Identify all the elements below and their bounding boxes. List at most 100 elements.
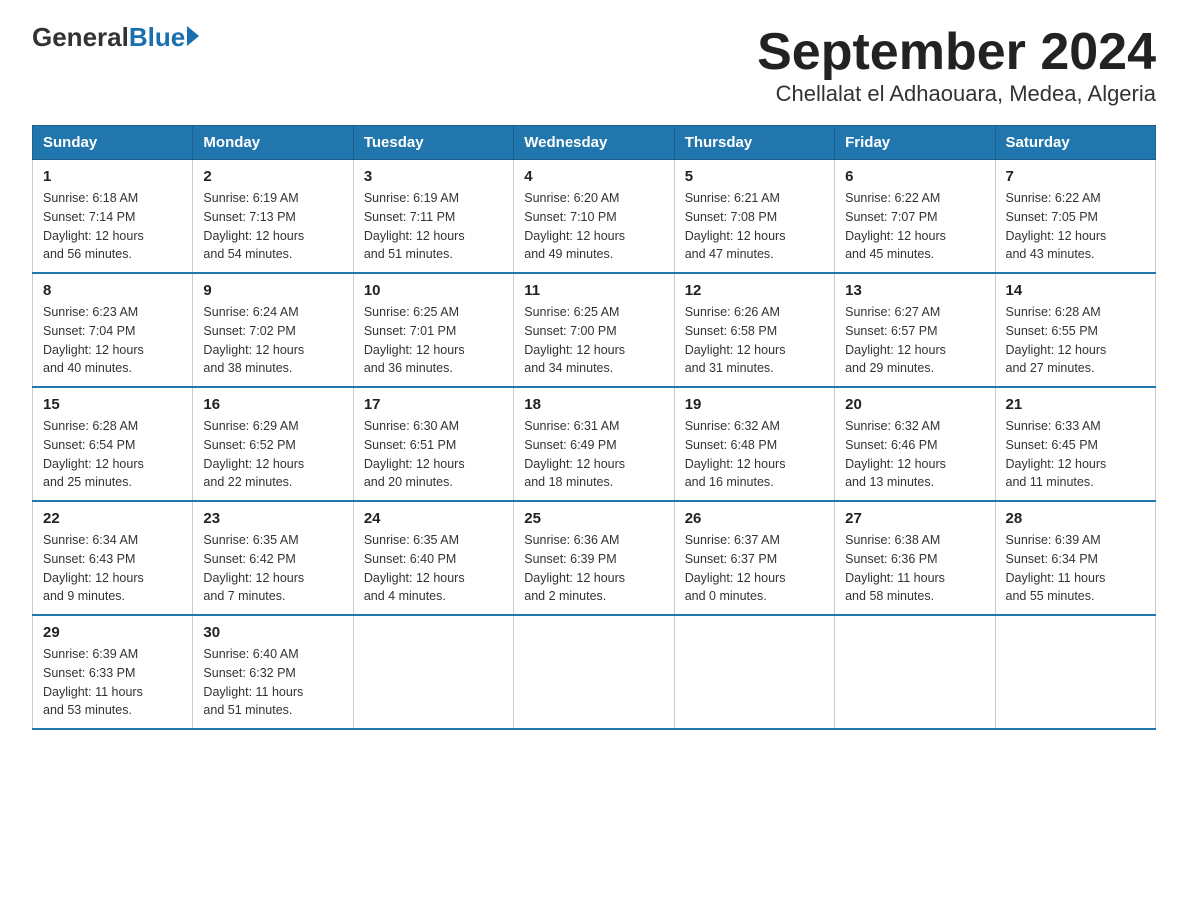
calendar-cell: 12 Sunrise: 6:26 AMSunset: 6:58 PMDayligh… (674, 273, 834, 387)
day-number: 18 (524, 396, 663, 413)
day-number: 9 (203, 282, 342, 299)
day-number: 23 (203, 510, 342, 527)
day-sun-info: Sunrise: 6:33 AMSunset: 6:45 PMDaylight:… (1006, 417, 1145, 492)
calendar-cell: 15 Sunrise: 6:28 AMSunset: 6:54 PMDayligh… (33, 387, 193, 501)
weekday-header-friday: Friday (835, 126, 995, 160)
calendar-title: September 2024 (757, 24, 1156, 81)
day-number: 28 (1006, 510, 1145, 527)
day-sun-info: Sunrise: 6:29 AMSunset: 6:52 PMDaylight:… (203, 417, 342, 492)
day-number: 11 (524, 282, 663, 299)
day-sun-info: Sunrise: 6:22 AMSunset: 7:05 PMDaylight:… (1006, 189, 1145, 264)
day-sun-info: Sunrise: 6:24 AMSunset: 7:02 PMDaylight:… (203, 303, 342, 378)
calendar-cell (353, 615, 513, 729)
day-sun-info: Sunrise: 6:21 AMSunset: 7:08 PMDaylight:… (685, 189, 824, 264)
day-sun-info: Sunrise: 6:25 AMSunset: 7:01 PMDaylight:… (364, 303, 503, 378)
day-sun-info: Sunrise: 6:18 AMSunset: 7:14 PMDaylight:… (43, 189, 182, 264)
day-sun-info: Sunrise: 6:23 AMSunset: 7:04 PMDaylight:… (43, 303, 182, 378)
day-sun-info: Sunrise: 6:27 AMSunset: 6:57 PMDaylight:… (845, 303, 984, 378)
day-sun-info: Sunrise: 6:26 AMSunset: 6:58 PMDaylight:… (685, 303, 824, 378)
calendar-cell: 30 Sunrise: 6:40 AMSunset: 6:32 PMDayligh… (193, 615, 353, 729)
day-sun-info: Sunrise: 6:40 AMSunset: 6:32 PMDaylight:… (203, 645, 342, 720)
day-sun-info: Sunrise: 6:31 AMSunset: 6:49 PMDaylight:… (524, 417, 663, 492)
day-sun-info: Sunrise: 6:22 AMSunset: 7:07 PMDaylight:… (845, 189, 984, 264)
calendar-cell: 27 Sunrise: 6:38 AMSunset: 6:36 PMDayligh… (835, 501, 995, 615)
weekday-header-thursday: Thursday (674, 126, 834, 160)
day-sun-info: Sunrise: 6:19 AMSunset: 7:13 PMDaylight:… (203, 189, 342, 264)
day-number: 15 (43, 396, 182, 413)
day-sun-info: Sunrise: 6:25 AMSunset: 7:00 PMDaylight:… (524, 303, 663, 378)
calendar-cell: 14 Sunrise: 6:28 AMSunset: 6:55 PMDayligh… (995, 273, 1155, 387)
weekday-header-tuesday: Tuesday (353, 126, 513, 160)
day-number: 22 (43, 510, 182, 527)
day-sun-info: Sunrise: 6:32 AMSunset: 6:46 PMDaylight:… (845, 417, 984, 492)
day-number: 12 (685, 282, 824, 299)
day-sun-info: Sunrise: 6:37 AMSunset: 6:37 PMDaylight:… (685, 531, 824, 606)
location-subtitle: Chellalat el Adhaouara, Medea, Algeria (757, 81, 1156, 107)
calendar-cell: 19 Sunrise: 6:32 AMSunset: 6:48 PMDayligh… (674, 387, 834, 501)
day-number: 2 (203, 168, 342, 185)
day-number: 24 (364, 510, 503, 527)
calendar-cell: 9 Sunrise: 6:24 AMSunset: 7:02 PMDaylight… (193, 273, 353, 387)
day-number: 29 (43, 624, 182, 641)
calendar-cell: 5 Sunrise: 6:21 AMSunset: 7:08 PMDaylight… (674, 160, 834, 274)
calendar-week-row: 22 Sunrise: 6:34 AMSunset: 6:43 PMDayligh… (33, 501, 1156, 615)
day-number: 19 (685, 396, 824, 413)
calendar-cell: 18 Sunrise: 6:31 AMSunset: 6:49 PMDayligh… (514, 387, 674, 501)
calendar-cell: 20Sunrise: 6:32 AMSunset: 6:46 PMDayligh… (835, 387, 995, 501)
day-sun-info: Sunrise: 6:39 AMSunset: 6:34 PMDaylight:… (1006, 531, 1145, 606)
day-sun-info: Sunrise: 6:32 AMSunset: 6:48 PMDaylight:… (685, 417, 824, 492)
calendar-cell (995, 615, 1155, 729)
day-number: 30 (203, 624, 342, 641)
calendar-cell (514, 615, 674, 729)
calendar-cell: 6Sunrise: 6:22 AMSunset: 7:07 PMDaylight… (835, 160, 995, 274)
day-sun-info: Sunrise: 6:28 AMSunset: 6:55 PMDaylight:… (1006, 303, 1145, 378)
day-number: 26 (685, 510, 824, 527)
day-number: 8 (43, 282, 182, 299)
calendar-cell: 29 Sunrise: 6:39 AMSunset: 6:33 PMDayligh… (33, 615, 193, 729)
calendar-cell: 1Sunrise: 6:18 AMSunset: 7:14 PMDaylight… (33, 160, 193, 274)
page-header: General Blue September 2024 Chellalat el… (32, 24, 1156, 107)
calendar-cell: 16 Sunrise: 6:29 AMSunset: 6:52 PMDayligh… (193, 387, 353, 501)
day-number: 14 (1006, 282, 1145, 299)
day-number: 10 (364, 282, 503, 299)
weekday-header-row: SundayMondayTuesdayWednesdayThursdayFrid… (33, 126, 1156, 160)
day-sun-info: Sunrise: 6:35 AMSunset: 6:42 PMDaylight:… (203, 531, 342, 606)
calendar-cell: 24 Sunrise: 6:35 AMSunset: 6:40 PMDayligh… (353, 501, 513, 615)
day-sun-info: Sunrise: 6:34 AMSunset: 6:43 PMDaylight:… (43, 531, 182, 606)
calendar-cell: 17Sunrise: 6:30 AMSunset: 6:51 PMDayligh… (353, 387, 513, 501)
day-sun-info: Sunrise: 6:35 AMSunset: 6:40 PMDaylight:… (364, 531, 503, 606)
calendar-cell: 22 Sunrise: 6:34 AMSunset: 6:43 PMDayligh… (33, 501, 193, 615)
day-sun-info: Sunrise: 6:39 AMSunset: 6:33 PMDaylight:… (43, 645, 182, 720)
calendar-cell (835, 615, 995, 729)
day-sun-info: Sunrise: 6:38 AMSunset: 6:36 PMDaylight:… (845, 531, 984, 606)
day-number: 17 (364, 396, 503, 413)
logo-arrow-icon (187, 26, 199, 46)
day-number: 16 (203, 396, 342, 413)
calendar-cell: 26 Sunrise: 6:37 AMSunset: 6:37 PMDayligh… (674, 501, 834, 615)
calendar-cell: 8 Sunrise: 6:23 AMSunset: 7:04 PMDaylight… (33, 273, 193, 387)
calendar-cell (674, 615, 834, 729)
logo-general-text: General (32, 24, 129, 50)
day-sun-info: Sunrise: 6:19 AMSunset: 7:11 PMDaylight:… (364, 189, 503, 264)
weekday-header-wednesday: Wednesday (514, 126, 674, 160)
logo: General Blue (32, 24, 199, 50)
day-number: 3 (364, 168, 503, 185)
calendar-cell: 2 Sunrise: 6:19 AMSunset: 7:13 PMDaylight… (193, 160, 353, 274)
calendar-cell: 13Sunrise: 6:27 AMSunset: 6:57 PMDayligh… (835, 273, 995, 387)
calendar-cell: 11 Sunrise: 6:25 AMSunset: 7:00 PMDayligh… (514, 273, 674, 387)
weekday-header-monday: Monday (193, 126, 353, 160)
calendar-cell: 7Sunrise: 6:22 AMSunset: 7:05 PMDaylight… (995, 160, 1155, 274)
calendar-week-row: 29 Sunrise: 6:39 AMSunset: 6:33 PMDayligh… (33, 615, 1156, 729)
day-number: 25 (524, 510, 663, 527)
calendar-cell: 28 Sunrise: 6:39 AMSunset: 6:34 PMDayligh… (995, 501, 1155, 615)
calendar-cell: 10 Sunrise: 6:25 AMSunset: 7:01 PMDayligh… (353, 273, 513, 387)
day-number: 5 (685, 168, 824, 185)
calendar-cell: 4Sunrise: 6:20 AMSunset: 7:10 PMDaylight… (514, 160, 674, 274)
day-sun-info: Sunrise: 6:28 AMSunset: 6:54 PMDaylight:… (43, 417, 182, 492)
weekday-header-saturday: Saturday (995, 126, 1155, 160)
day-number: 27 (845, 510, 984, 527)
calendar-cell: 3 Sunrise: 6:19 AMSunset: 7:11 PMDaylight… (353, 160, 513, 274)
logo-blue-text: Blue (129, 24, 185, 50)
day-sun-info: Sunrise: 6:20 AMSunset: 7:10 PMDaylight:… (524, 189, 663, 264)
calendar-cell: 21Sunrise: 6:33 AMSunset: 6:45 PMDayligh… (995, 387, 1155, 501)
